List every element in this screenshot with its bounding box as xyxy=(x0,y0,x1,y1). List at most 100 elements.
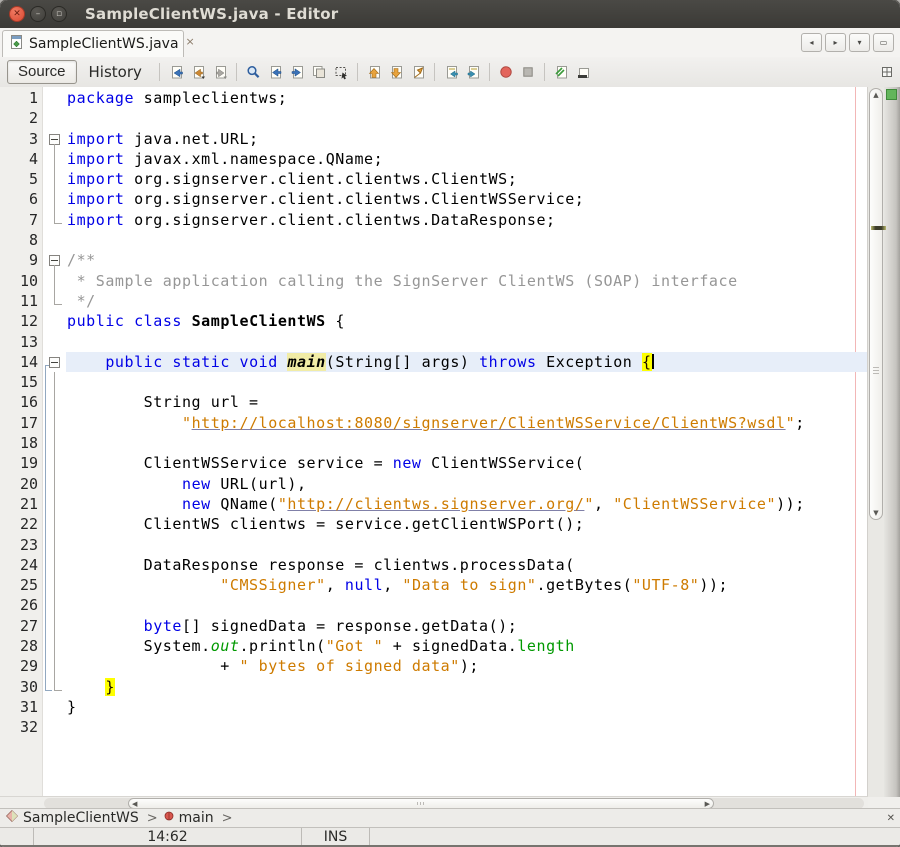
line-number[interactable]: 30 xyxy=(0,677,42,697)
next-bookmark-icon[interactable] xyxy=(385,61,407,83)
code-text[interactable]: "CMSSigner", null, "Data to sign".getByt… xyxy=(66,575,868,595)
code-text[interactable]: byte[] signedData = response.getData(); xyxy=(66,616,868,636)
line-number[interactable]: 21 xyxy=(0,494,42,514)
code-text[interactable]: * Sample application calling the SignSer… xyxy=(66,271,868,291)
line-number[interactable]: 10 xyxy=(0,271,42,291)
code-text[interactable]: String url = xyxy=(66,392,868,412)
breadcrumb-close-icon[interactable]: ✕ xyxy=(887,813,895,824)
code-text[interactable]: import java.net.URL; xyxy=(66,129,868,149)
code-text[interactable]: + " bytes of signed data"); xyxy=(66,656,868,676)
code-text[interactable]: ClientWS clientws = service.getClientWSP… xyxy=(66,514,868,534)
toggle-rectangular-selection-icon[interactable] xyxy=(330,61,352,83)
line-number[interactable]: 14 xyxy=(0,352,42,372)
line-number[interactable]: 22 xyxy=(0,514,42,534)
code-text[interactable] xyxy=(66,372,868,392)
stop-macro-recording-icon[interactable] xyxy=(517,61,539,83)
tab-sampleclientws[interactable]: SampleClientWS.java × xyxy=(2,30,184,57)
jump-last-edit-icon[interactable] xyxy=(165,61,187,83)
forward-icon[interactable] xyxy=(209,61,231,83)
code-text[interactable]: import org.signserver.client.clientws.Da… xyxy=(66,210,868,230)
toggle-bookmark-icon[interactable] xyxy=(407,61,429,83)
line-number[interactable]: 9 xyxy=(0,250,42,270)
code-editor[interactable]: 1package sampleclientws;23import java.ne… xyxy=(0,87,868,797)
line-number[interactable]: 32 xyxy=(0,717,42,737)
line-number[interactable]: 8 xyxy=(0,230,42,250)
line-number[interactable]: 13 xyxy=(0,332,42,352)
minimize-window-icon[interactable]: – xyxy=(30,6,46,22)
editor-toolbar-options-icon[interactable] xyxy=(879,64,895,80)
line-number[interactable]: 24 xyxy=(0,555,42,575)
code-text[interactable]: import javax.xml.namespace.QName; xyxy=(66,149,868,169)
title-bar[interactable]: ✕ – ▫ SampleClientWS.java - Editor xyxy=(0,0,900,29)
back-icon[interactable] xyxy=(187,61,209,83)
line-number[interactable]: 2 xyxy=(0,108,42,128)
code-text[interactable] xyxy=(66,433,868,453)
find-selection-icon[interactable] xyxy=(242,61,264,83)
comment-icon[interactable] xyxy=(550,61,572,83)
line-number[interactable]: 19 xyxy=(0,453,42,473)
line-number[interactable]: 6 xyxy=(0,189,42,209)
code-text[interactable]: System.out.println("Got " + signedData.l… xyxy=(66,636,868,656)
tab-list-icon[interactable]: ▾ xyxy=(849,33,870,52)
shift-line-left-icon[interactable] xyxy=(440,61,462,83)
scroll-tabs-left-icon[interactable]: ◂ xyxy=(801,33,822,52)
error-stripe-caret-mark[interactable] xyxy=(871,226,886,230)
code-text[interactable]: new QName("http://clientws.signserver.or… xyxy=(66,494,868,514)
code-text[interactable]: public class SampleClientWS { xyxy=(66,311,868,331)
line-number[interactable]: 17 xyxy=(0,413,42,433)
code-text[interactable]: new URL(url), xyxy=(66,474,868,494)
breadcrumb-item-class[interactable]: SampleClientWS > xyxy=(5,809,158,827)
line-number[interactable]: 4 xyxy=(0,149,42,169)
code-text[interactable]: } xyxy=(66,697,868,717)
line-number[interactable]: 1 xyxy=(0,88,42,108)
find-next-icon[interactable] xyxy=(286,61,308,83)
code-text[interactable] xyxy=(66,717,868,737)
code-text[interactable] xyxy=(66,595,868,615)
line-number[interactable]: 15 xyxy=(0,372,42,392)
code-text[interactable]: } xyxy=(66,677,868,697)
code-text[interactable]: /** xyxy=(66,250,868,270)
no-errors-indicator[interactable] xyxy=(886,89,897,100)
code-text[interactable]: package sampleclientws; xyxy=(66,88,868,108)
shift-line-right-icon[interactable] xyxy=(462,61,484,83)
code-text[interactable]: import org.signserver.client.clientws.Cl… xyxy=(66,189,868,209)
line-number[interactable]: 11 xyxy=(0,291,42,311)
code-text[interactable] xyxy=(66,230,868,250)
code-text[interactable] xyxy=(66,332,868,352)
code-text[interactable]: DataResponse response = clientws.process… xyxy=(66,555,868,575)
source-view-button[interactable]: Source xyxy=(7,60,77,84)
insert-mode-indicator[interactable]: INS xyxy=(302,828,370,845)
code-text[interactable]: ClientWSService service = new ClientWSSe… xyxy=(66,453,868,473)
history-view-button[interactable]: History xyxy=(77,61,154,84)
scroll-up-icon[interactable]: ▲ xyxy=(870,91,882,99)
line-number[interactable]: 20 xyxy=(0,474,42,494)
close-window-icon[interactable]: ✕ xyxy=(9,6,25,22)
breadcrumb-item-method[interactable]: main > xyxy=(163,810,233,826)
code-text[interactable] xyxy=(66,108,868,128)
line-number[interactable]: 5 xyxy=(0,169,42,189)
line-number[interactable]: 18 xyxy=(0,433,42,453)
line-number[interactable]: 16 xyxy=(0,392,42,412)
fold-collapse-icon[interactable] xyxy=(49,357,60,368)
uncomment-icon[interactable] xyxy=(572,61,594,83)
line-number[interactable]: 28 xyxy=(0,636,42,656)
line-number[interactable]: 26 xyxy=(0,595,42,615)
scroll-right-icon[interactable]: ▶ xyxy=(705,800,710,808)
line-number[interactable]: 25 xyxy=(0,575,42,595)
line-number[interactable]: 29 xyxy=(0,656,42,676)
maximize-window-icon[interactable]: ▫ xyxy=(51,6,67,22)
vertical-scrollbar[interactable]: ▲ ▼ xyxy=(867,87,884,797)
code-text[interactable]: public static void main(String[] args) t… xyxy=(66,352,868,372)
vertical-scrollbar-thumb[interactable]: ▲ ▼ xyxy=(869,88,883,520)
scroll-left-icon[interactable]: ◀ xyxy=(132,800,137,808)
code-text[interactable]: import org.signserver.client.clientws.Cl… xyxy=(66,169,868,189)
maximize-editor-icon[interactable]: ▭ xyxy=(873,33,894,52)
code-text[interactable] xyxy=(66,535,868,555)
line-number[interactable]: 12 xyxy=(0,311,42,331)
error-stripe[interactable] xyxy=(884,87,900,797)
start-macro-recording-icon[interactable] xyxy=(495,61,517,83)
code-area[interactable]: 1package sampleclientws;23import java.ne… xyxy=(0,88,868,738)
find-previous-icon[interactable] xyxy=(264,61,286,83)
line-number[interactable]: 31 xyxy=(0,697,42,717)
toggle-highlight-search-icon[interactable] xyxy=(308,61,330,83)
